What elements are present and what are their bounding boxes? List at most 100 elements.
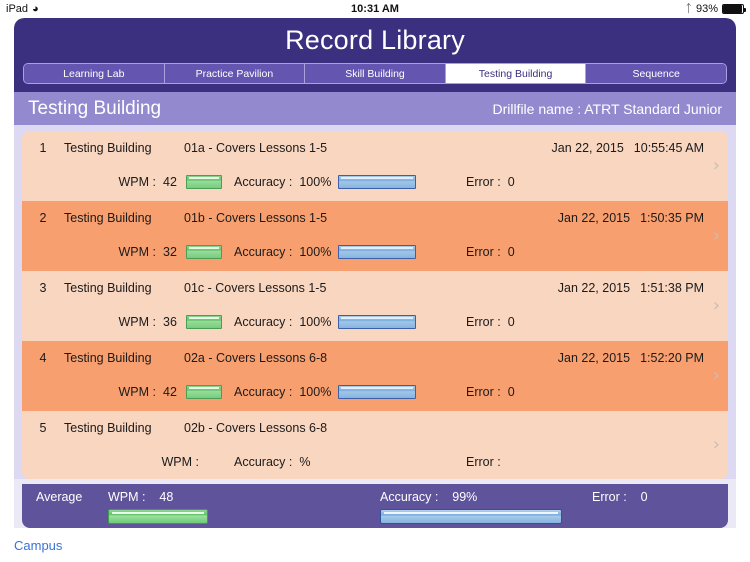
average-accuracy-value: 99%: [452, 490, 478, 504]
average-accuracy-group: Accuracy : 99%: [380, 490, 580, 524]
record-row-primary: 2 Testing Building 01b - Covers Lessons …: [22, 211, 728, 233]
accuracy-label: Accuracy :: [234, 315, 293, 329]
average-wpm-value: 48: [159, 490, 174, 504]
record-building: Testing Building: [64, 141, 152, 155]
tab-learning-lab[interactable]: Learning Lab: [24, 64, 165, 83]
record-date: Jan 22, 2015: [557, 351, 631, 365]
status-bar-clock: 10:31 AM: [351, 3, 399, 15]
accuracy-value: 100%: [299, 385, 332, 399]
record-date: Jan 22, 2015: [557, 211, 631, 225]
wpm-value: 42: [163, 175, 177, 189]
record-time: 1:50:35 PM: [640, 211, 704, 225]
record-row-metrics: WPM : Accuracy : % Error :: [22, 453, 728, 471]
wpm-value: 32: [163, 245, 177, 259]
record-wpm-group: WPM : 42: [22, 175, 222, 189]
record-datetime: [694, 421, 704, 435]
record-drill: 01c - Covers Lessons 1-5: [184, 281, 327, 295]
error-value: 0: [507, 245, 515, 259]
wpm-meter: [186, 385, 222, 399]
tab-sequence[interactable]: Sequence: [586, 64, 726, 83]
chevron-right-icon[interactable]: ›: [713, 297, 720, 315]
wpm-meter: [186, 245, 222, 259]
average-error-label: Error :: [592, 490, 627, 504]
record-accuracy-group: Accuracy : 100%: [234, 245, 434, 259]
tab-label: Skill Building: [345, 67, 405, 80]
tab-testing-building[interactable]: Testing Building: [445, 64, 587, 83]
record-error-group: Error : 0: [466, 245, 524, 259]
record-error-group: Error : 0: [466, 175, 524, 189]
record-index: 1: [39, 141, 47, 155]
wpm-value: 42: [163, 385, 177, 399]
wpm-label: WPM :: [118, 315, 157, 329]
wpm-label: WPM :: [118, 385, 157, 399]
tab-bar-container: Learning Lab Practice Pavilion Skill Bui…: [14, 63, 736, 92]
record-datetime: Jan 22, 2015 1:51:38 PM: [558, 281, 704, 295]
bottom-bar: Campus: [0, 528, 750, 562]
average-accuracy-meter: [380, 509, 562, 524]
record-date: Jan 22, 2015: [551, 141, 624, 155]
table-row[interactable]: 1 Testing Building 01a - Covers Lessons …: [22, 131, 728, 201]
average-wpm-group: WPM : 48: [108, 490, 298, 524]
average-error-line: Error : 0: [592, 490, 648, 504]
record-list: 1 Testing Building 01a - Covers Lessons …: [22, 131, 728, 479]
record-drill: 02a - Covers Lessons 6-8: [184, 351, 328, 365]
accuracy-meter: [338, 245, 417, 259]
record-drill: 02b - Covers Lessons 6-8: [184, 421, 328, 435]
record-index: 4: [39, 351, 47, 365]
record-row-primary: 5 Testing Building 02b - Covers Lessons …: [22, 421, 728, 443]
error-value: 0: [507, 315, 515, 329]
average-accuracy-label: Accuracy :: [380, 490, 439, 504]
record-building: Testing Building: [64, 211, 152, 225]
average-error-group: Error : 0: [592, 490, 648, 504]
record-library-panel: Record Library Learning Lab Practice Pav…: [14, 18, 736, 536]
record-datetime: Jan 22, 2015 1:52:20 PM: [558, 351, 704, 365]
record-row-primary: 1 Testing Building 01a - Covers Lessons …: [22, 141, 728, 163]
chevron-right-icon[interactable]: ›: [713, 436, 720, 454]
record-time: 1:51:38 PM: [640, 281, 704, 295]
average-wpm-meter: [108, 509, 208, 524]
average-summary-bar: Average WPM : 48 Accuracy : 99% Error: …: [22, 484, 728, 528]
chevron-right-icon[interactable]: ›: [713, 227, 720, 245]
section-title: Testing Building: [28, 97, 162, 119]
record-time: 1:52:20 PM: [640, 351, 704, 365]
accuracy-meter: [338, 175, 417, 189]
table-row[interactable]: 5 Testing Building 02b - Covers Lessons …: [22, 411, 728, 479]
average-label: Average: [36, 490, 83, 504]
tab-practice-pavilion[interactable]: Practice Pavilion: [164, 64, 306, 83]
accuracy-value: 100%: [299, 245, 332, 259]
accuracy-label: Accuracy :: [234, 175, 293, 189]
record-building: Testing Building: [64, 421, 152, 435]
record-row-metrics: WPM : 36 Accuracy : 100% Error : 0: [22, 313, 728, 331]
record-index: 2: [39, 211, 47, 225]
record-wpm-group: WPM : 36: [22, 315, 222, 329]
wpm-meter: [186, 175, 222, 189]
average-wpm-label: WPM :: [108, 490, 146, 504]
accuracy-meter: [338, 385, 417, 399]
table-row[interactable]: 3 Testing Building 01c - Covers Lessons …: [22, 271, 728, 341]
table-row[interactable]: 4 Testing Building 02a - Covers Lessons …: [22, 341, 728, 411]
record-row-primary: 3 Testing Building 01c - Covers Lessons …: [22, 281, 728, 303]
accuracy-meter: [338, 315, 417, 329]
page-title: Record Library: [285, 25, 465, 55]
accuracy-value: 100%: [299, 315, 332, 329]
table-row[interactable]: 2 Testing Building 01b - Covers Lessons …: [22, 201, 728, 271]
tab-skill-building[interactable]: Skill Building: [305, 64, 446, 83]
chevron-right-icon[interactable]: ›: [713, 367, 720, 385]
average-wpm-line: WPM : 48: [108, 490, 298, 504]
record-building: Testing Building: [64, 281, 152, 295]
record-time: 10:55:45 AM: [633, 141, 704, 155]
tab-label: Sequence: [632, 67, 680, 80]
record-error-group: Error :: [466, 455, 524, 469]
average-error-value: 0: [640, 490, 648, 504]
record-index: 3: [39, 281, 47, 295]
tab-label: Practice Pavilion: [195, 67, 274, 80]
average-accuracy-line: Accuracy : 99%: [380, 490, 580, 504]
error-label: Error :: [466, 315, 501, 329]
chevron-right-icon[interactable]: ›: [713, 157, 720, 175]
record-row-metrics: WPM : 42 Accuracy : 100% Error : 0: [22, 383, 728, 401]
status-bar-right: ᛏ 93%: [685, 3, 746, 15]
accuracy-value: %: [299, 455, 311, 469]
ios-status-bar: iPad ◕ 10:31 AM ᛏ 93%: [0, 0, 750, 18]
campus-link[interactable]: Campus: [14, 538, 62, 553]
record-drill: 01a - Covers Lessons 1-5: [184, 141, 328, 155]
